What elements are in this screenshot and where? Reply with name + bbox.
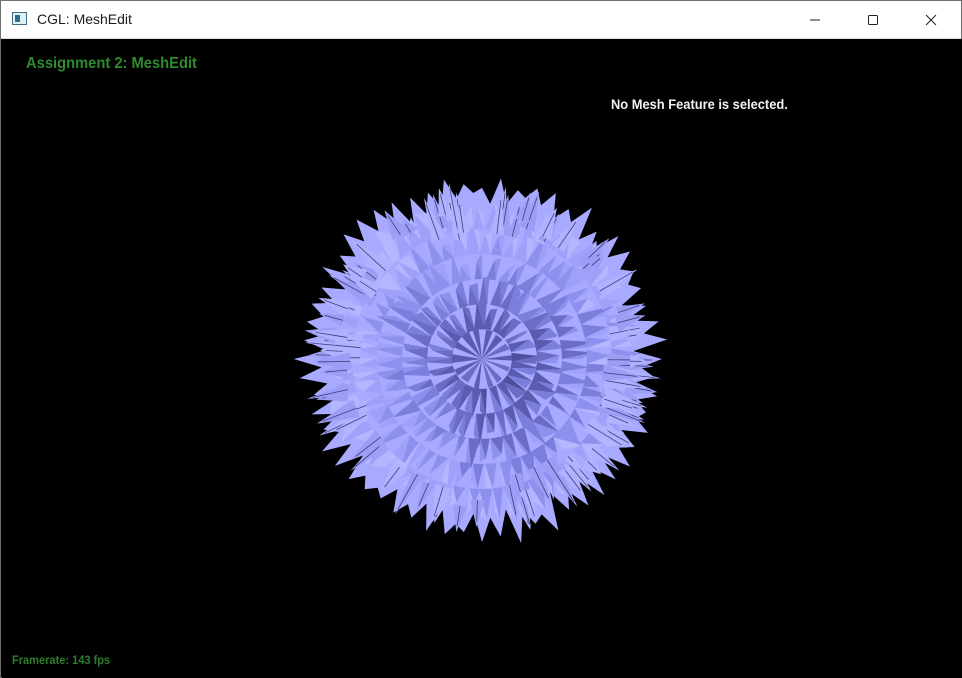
- maximize-button[interactable]: [844, 1, 902, 38]
- assignment-heading: Assignment 2: MeshEdit: [26, 55, 197, 72]
- minimize-icon: [809, 14, 821, 26]
- minimize-button[interactable]: [786, 1, 844, 38]
- selection-status: No Mesh Feature is selected.: [611, 96, 788, 112]
- mesh-render[interactable]: [282, 159, 682, 559]
- app-icon: [12, 12, 27, 25]
- framerate-readout: Framerate: 143 fps: [12, 653, 111, 667]
- close-icon: [925, 14, 937, 26]
- app-window: CGL: MeshEdit Assignment 2: MeshEdit No …: [0, 0, 962, 678]
- window-title: CGL: MeshEdit: [37, 11, 132, 27]
- close-button[interactable]: [902, 1, 960, 38]
- render-viewport[interactable]: Assignment 2: MeshEdit No Mesh Feature i…: [2, 39, 962, 678]
- maximize-icon: [867, 14, 879, 26]
- title-bar[interactable]: CGL: MeshEdit: [1, 1, 961, 39]
